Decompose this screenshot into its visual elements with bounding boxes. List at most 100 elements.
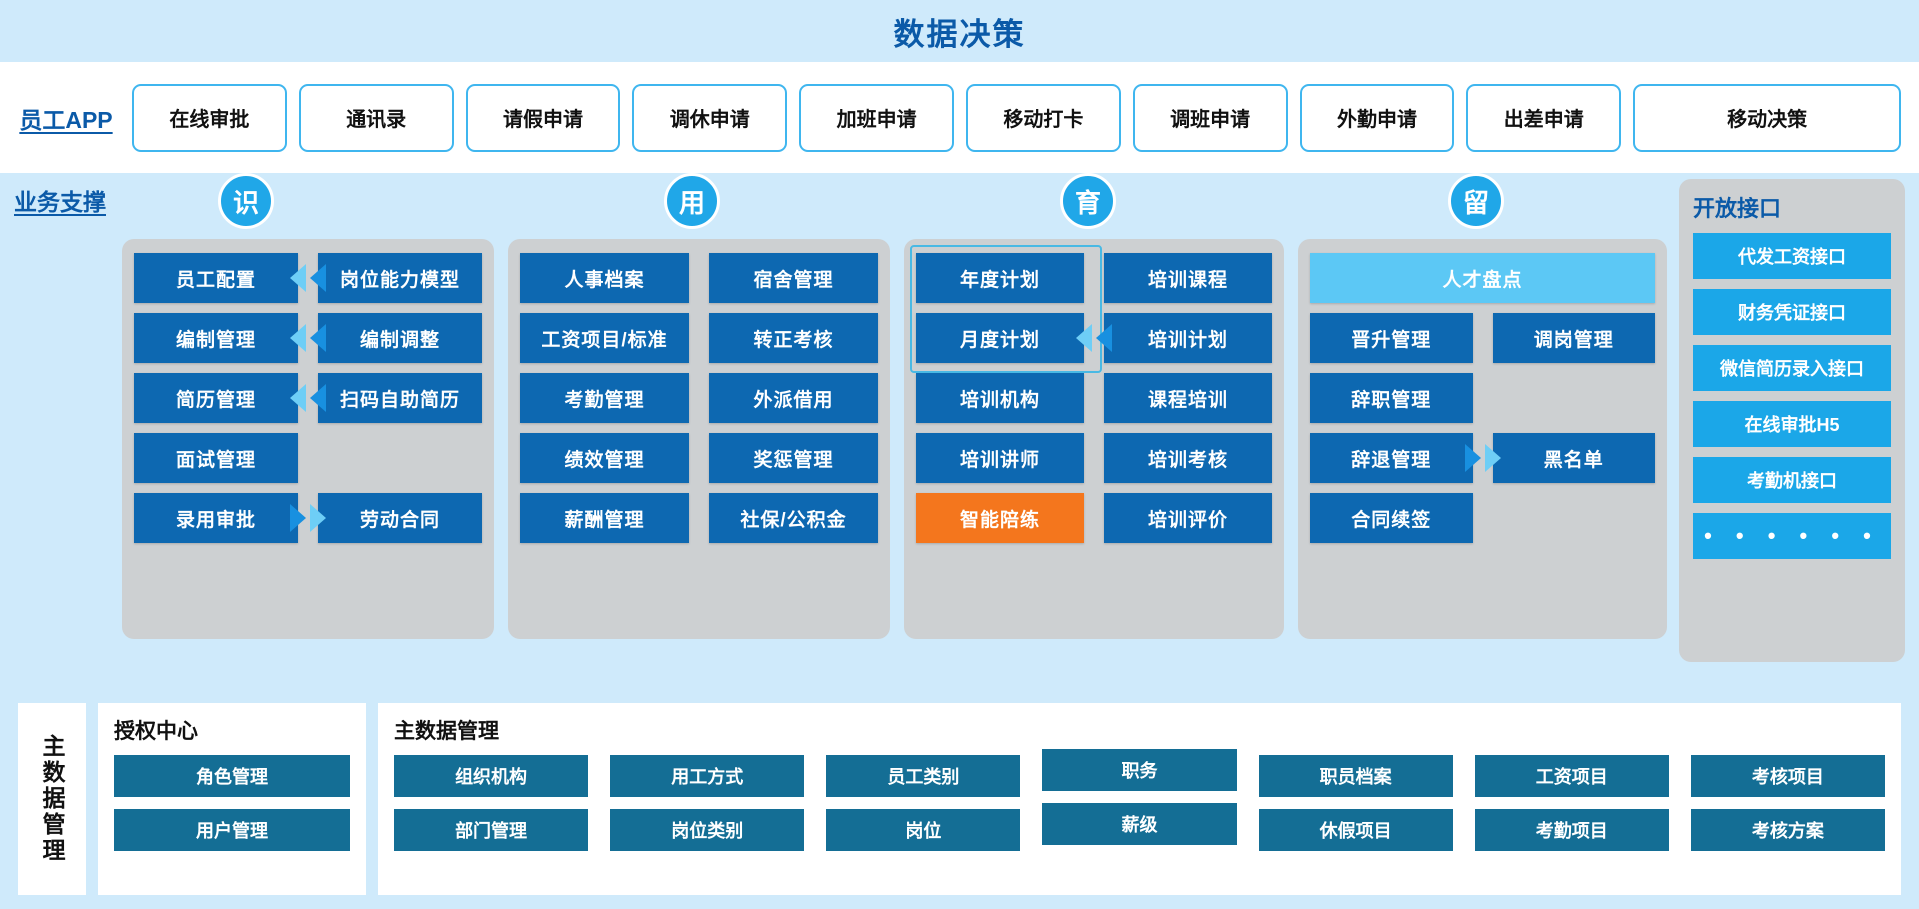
cell-ai-sparring[interactable]: 智能陪练: [916, 493, 1084, 543]
cell-staff-configuration[interactable]: 员工配置: [134, 253, 298, 303]
cell-annual-plan[interactable]: 年度计划: [916, 253, 1084, 303]
row: 年度计划 培训课程: [916, 253, 1272, 303]
group: 考核项目 考核方案: [1690, 755, 1885, 851]
cell-headcount-management[interactable]: 编制管理: [134, 313, 298, 363]
cell-salary-grade[interactable]: 薪级: [1042, 803, 1237, 845]
cell-position-category[interactable]: 岗位类别: [610, 809, 805, 851]
cell-assessment-plan[interactable]: 考核方案: [1690, 809, 1885, 851]
cell-organization[interactable]: 组织机构: [394, 755, 589, 797]
api-payroll-agency-interface[interactable]: 代发工资接口: [1693, 233, 1891, 279]
column-recognize: 识 员工配置 岗位能力模型 编制管理 编制调整 简历管理 扫码自助简历 面试管理…: [122, 173, 494, 639]
cell-personnel-file[interactable]: 人事档案: [520, 253, 689, 303]
cell-department-management[interactable]: 部门管理: [394, 809, 589, 851]
row: 晋升管理 调岗管理: [1310, 313, 1655, 363]
row: 绩效管理 奖惩管理: [520, 433, 878, 483]
cell-performance-management[interactable]: 绩效管理: [520, 433, 689, 483]
master-data-side-label: 主数据管理: [18, 703, 86, 895]
cell-training-assessment[interactable]: 培训考核: [1104, 433, 1272, 483]
group: 工资项目 考勤项目: [1474, 755, 1669, 851]
cell-transfer-management[interactable]: 调岗管理: [1492, 313, 1655, 363]
title-band: 数据决策: [0, 0, 1919, 62]
row: 编制管理 编制调整: [134, 313, 482, 363]
api-finance-voucher-interface[interactable]: 财务凭证接口: [1693, 289, 1891, 335]
business-support-columns: 识 员工配置 岗位能力模型 编制管理 编制调整 简历管理 扫码自助简历 面试管理…: [122, 173, 1667, 639]
cell-attendance-management[interactable]: 考勤管理: [520, 373, 689, 423]
employee-app-label: 员工APP: [19, 106, 113, 133]
open-interface-panel: 开放接口 代发工资接口 财务凭证接口 微信简历录入接口 在线审批H5 考勤机接口…: [1679, 179, 1905, 662]
cell-employee-archive[interactable]: 职员档案: [1258, 755, 1453, 797]
row: 辞退管理 黑名单: [1310, 433, 1655, 483]
row: 培训讲师 培训考核: [916, 433, 1272, 483]
cell-dormitory-management[interactable]: 宿舍管理: [709, 253, 878, 303]
master-data-side-label-text: 主数据管理: [39, 734, 65, 864]
group: 员工类别 岗位: [826, 755, 1021, 851]
cell-training-instructor[interactable]: 培训讲师: [916, 433, 1084, 483]
cell-labor-contract[interactable]: 劳动合同: [318, 493, 482, 543]
cell-training-course[interactable]: 培训课程: [1104, 253, 1272, 303]
cell-role-management[interactable]: 角色管理: [114, 755, 350, 797]
api-online-approval-h5[interactable]: 在线审批H5: [1693, 401, 1891, 447]
cell-training-plan[interactable]: 培训计划: [1104, 313, 1272, 363]
cell-blacklist[interactable]: 黑名单: [1492, 433, 1655, 483]
api-attendance-machine-interface[interactable]: 考勤机接口: [1693, 457, 1891, 503]
app-chip-business-trip-request[interactable]: 出差申请: [1466, 83, 1622, 152]
business-support-label: 业务支撑: [14, 189, 106, 215]
cell-monthly-plan[interactable]: 月度计划: [916, 313, 1084, 363]
app-chip-mobile-decision[interactable]: 移动决策: [1633, 83, 1902, 152]
cell-secondment[interactable]: 外派借用: [709, 373, 878, 423]
app-chip-online-approval[interactable]: 在线审批: [132, 83, 287, 152]
cell-leave-item[interactable]: 休假项目: [1258, 809, 1453, 851]
app-chip-contacts[interactable]: 通讯录: [298, 83, 454, 152]
cell-compensation-management[interactable]: 薪酬管理: [520, 493, 689, 543]
cell-hiring-approval[interactable]: 录用审批: [134, 493, 298, 543]
cell-contract-renewal[interactable]: 合同续签: [1310, 493, 1473, 543]
row: 简历管理 扫码自助简历: [134, 373, 482, 423]
cell-promotion-management[interactable]: 晋升管理: [1310, 313, 1473, 363]
group: 职务 薪级: [1042, 749, 1237, 851]
cell-placeholder: [318, 433, 482, 483]
cell-social-insurance-fund[interactable]: 社保/公积金: [709, 493, 878, 543]
cell-resume-management[interactable]: 简历管理: [134, 373, 298, 423]
cell-scan-self-service-resume[interactable]: 扫码自助简历: [318, 373, 482, 423]
app-chip-overtime-request[interactable]: 加班申请: [799, 83, 954, 152]
cell-salary-item[interactable]: 工资项目: [1474, 755, 1669, 797]
cell-job-title[interactable]: 职务: [1042, 749, 1237, 791]
row: 月度计划 培训计划: [916, 313, 1272, 363]
master-data-grid: 组织机构 部门管理 用工方式 岗位类别 员工类别 岗位 职务 薪级 职员档案 休…: [394, 749, 1885, 851]
cell-employment-type[interactable]: 用工方式: [610, 755, 805, 797]
cell-position-competency-model[interactable]: 岗位能力模型: [318, 253, 482, 303]
page-title: 数据决策: [893, 16, 1026, 52]
cell-reward-punishment-management[interactable]: 奖惩管理: [709, 433, 878, 483]
row: 合同续签: [1310, 493, 1655, 543]
row: 薪酬管理 社保/公积金: [520, 493, 878, 543]
cell-resignation-management[interactable]: 辞职管理: [1310, 373, 1473, 423]
cell-talent-review[interactable]: 人才盘点: [1310, 253, 1655, 303]
api-more-ellipsis[interactable]: • • • • • •: [1693, 513, 1891, 559]
cell-assessment-item[interactable]: 考核项目: [1690, 755, 1885, 797]
app-chip-field-work-request[interactable]: 外勤申请: [1299, 83, 1455, 152]
app-chip-shift-change-request[interactable]: 调班申请: [1132, 83, 1288, 152]
cell-salary-item-standard[interactable]: 工资项目/标准: [520, 313, 689, 363]
cell-employee-category[interactable]: 员工类别: [826, 755, 1021, 797]
master-data-band: 主数据管理 授权中心 角色管理 用户管理 主数据管理 组织机构 部门管理 用工方…: [0, 689, 1919, 909]
app-chip-mobile-clock-in[interactable]: 移动打卡: [965, 83, 1121, 152]
app-chip-time-off-request[interactable]: 调休申请: [632, 83, 788, 152]
badge-employ: 用: [664, 173, 720, 229]
cell-attendance-item[interactable]: 考勤项目: [1474, 809, 1669, 851]
cell-probation-assessment[interactable]: 转正考核: [709, 313, 878, 363]
cell-user-management[interactable]: 用户管理: [114, 809, 350, 851]
cell-headcount-adjustment[interactable]: 编制调整: [318, 313, 482, 363]
cell-interview-management[interactable]: 面试管理: [134, 433, 298, 483]
cell-training-institution[interactable]: 培训机构: [916, 373, 1084, 423]
cell-position[interactable]: 岗位: [826, 809, 1021, 851]
api-wechat-resume-entry-interface[interactable]: 微信简历录入接口: [1693, 345, 1891, 391]
column-develop: 育 年度计划 培训课程 月度计划 培训计划 培训机构 课程培训 培训讲师 培训考…: [904, 173, 1284, 639]
business-support-band: 业务支撑 识 员工配置 岗位能力模型 编制管理 编制调整 简历管理 扫码自助简历…: [0, 173, 1919, 855]
open-interface-title: 开放接口: [1693, 196, 1782, 221]
cell-training-evaluation[interactable]: 培训评价: [1104, 493, 1272, 543]
cell-dismissal-management[interactable]: 辞退管理: [1310, 433, 1473, 483]
row: 面试管理: [134, 433, 482, 483]
cell-course-training[interactable]: 课程培训: [1104, 373, 1272, 423]
hr-system-architecture-diagram: 数据决策 员工APP 在线审批 通讯录 请假申请 调休申请 加班申请 移动打卡 …: [0, 0, 1919, 909]
app-chip-leave-request[interactable]: 请假申请: [465, 83, 621, 152]
